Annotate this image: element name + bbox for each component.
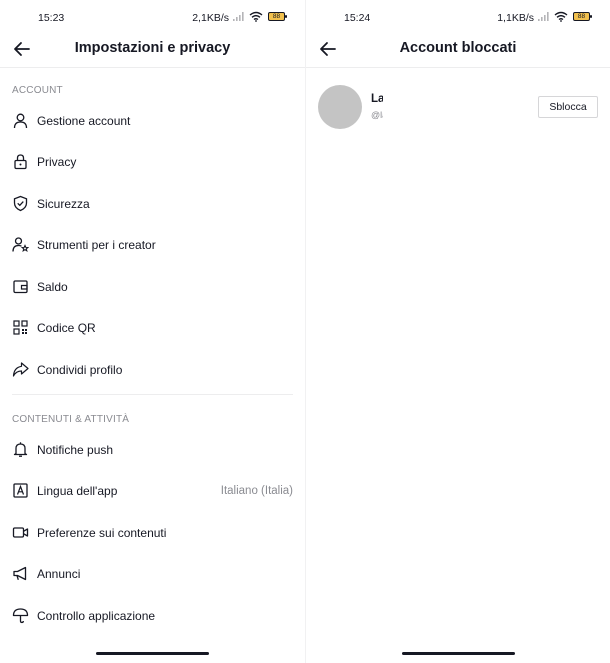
settings-screen: 15:23 2,1KB/s 88 Impostazioni e privacy … xyxy=(0,0,305,663)
network-speed: 2,1KB/s xyxy=(192,12,229,24)
blocked-accounts-screen: 15:24 1,1KB/s 88 Account bloccati La @la… xyxy=(305,0,610,663)
menu-item-label: Saldo xyxy=(37,280,68,294)
home-indicator[interactable] xyxy=(402,652,515,655)
unblock-button[interactable]: Sblocca xyxy=(538,96,598,118)
page-title: Account bloccati xyxy=(399,40,517,56)
battery-icon: 88 xyxy=(573,12,592,21)
network-speed: 1,1KB/s xyxy=(497,12,534,24)
wallet-icon xyxy=(13,280,28,294)
bell-icon xyxy=(13,442,28,457)
battery-icon: 88 xyxy=(268,12,287,21)
status-time: 15:23 xyxy=(38,12,65,24)
menu-item-lingua-app[interactable]: Lingua dell'app Italiano (Italia) xyxy=(0,471,305,511)
menu-item-saldo[interactable]: Saldo xyxy=(0,267,305,307)
menu-item-label: Annunci xyxy=(37,567,81,581)
nav-bar: Account bloccati xyxy=(306,30,610,68)
share-icon xyxy=(12,362,29,377)
menu-item-annunci[interactable]: Annunci xyxy=(0,554,305,594)
menu-item-condividi-profilo[interactable]: Condividi profilo xyxy=(0,350,305,390)
menu-item-label: Lingua dell'app xyxy=(37,484,118,498)
megaphone-icon xyxy=(13,566,27,581)
menu-item-label: Privacy xyxy=(37,155,77,169)
wifi-icon xyxy=(249,11,263,25)
status-bar: 15:23 2,1KB/s 88 xyxy=(0,0,305,34)
menu-item-preferenze-contenuti[interactable]: Preferenze sui contenuti xyxy=(0,513,305,553)
language-value: Italiano (Italia) xyxy=(220,485,293,497)
menu-item-label: Condividi profilo xyxy=(37,363,123,377)
status-time: 15:24 xyxy=(344,12,371,24)
menu-item-label: Codice QR xyxy=(37,321,96,335)
menu-item-label: Notifiche push xyxy=(37,443,114,457)
page-title: Impostazioni e privacy xyxy=(74,40,231,56)
menu-item-label: Strumenti per i creator xyxy=(37,238,156,252)
menu-item-label: Controllo applicazione xyxy=(37,609,156,623)
menu-item-label: Sicurezza xyxy=(37,197,90,211)
menu-item-sicurezza[interactable]: Sicurezza xyxy=(0,184,305,224)
qr-code-icon xyxy=(13,320,28,335)
menu-item-notifiche-push[interactable]: Notifiche push xyxy=(0,430,305,470)
section-divider xyxy=(12,394,293,395)
language-icon xyxy=(13,483,28,498)
signal-icon xyxy=(233,12,245,24)
video-icon xyxy=(12,527,29,538)
shield-icon xyxy=(13,195,28,212)
nav-bar: Impostazioni e privacy xyxy=(0,30,305,68)
person-icon xyxy=(13,113,28,129)
menu-item-codice-qr[interactable]: Codice QR xyxy=(0,308,305,348)
menu-item-label: Gestione account xyxy=(37,114,131,128)
blocked-username[interactable]: La xyxy=(371,93,383,105)
wifi-icon xyxy=(554,11,568,25)
menu-item-privacy[interactable]: Privacy xyxy=(0,142,305,182)
creator-icon xyxy=(12,237,29,252)
home-indicator[interactable] xyxy=(96,652,209,655)
avatar[interactable] xyxy=(318,85,362,129)
menu-item-gestione-account[interactable]: Gestione account xyxy=(0,101,305,141)
umbrella-icon xyxy=(12,608,29,624)
section-title-account: ACCOUNT xyxy=(12,85,63,96)
signal-icon xyxy=(538,12,550,24)
menu-item-controllo-applicazione[interactable]: Controllo applicazione xyxy=(0,596,305,636)
section-title-contenuti: CONTENUTI & ATTIVITÀ xyxy=(12,414,130,425)
blocked-handle: @la xyxy=(371,110,383,120)
menu-item-strumenti-creator[interactable]: Strumenti per i creator xyxy=(0,225,305,265)
lock-icon xyxy=(14,154,27,170)
status-bar: 15:24 1,1KB/s 88 xyxy=(306,0,610,34)
menu-item-label: Preferenze sui contenuti xyxy=(37,526,167,540)
